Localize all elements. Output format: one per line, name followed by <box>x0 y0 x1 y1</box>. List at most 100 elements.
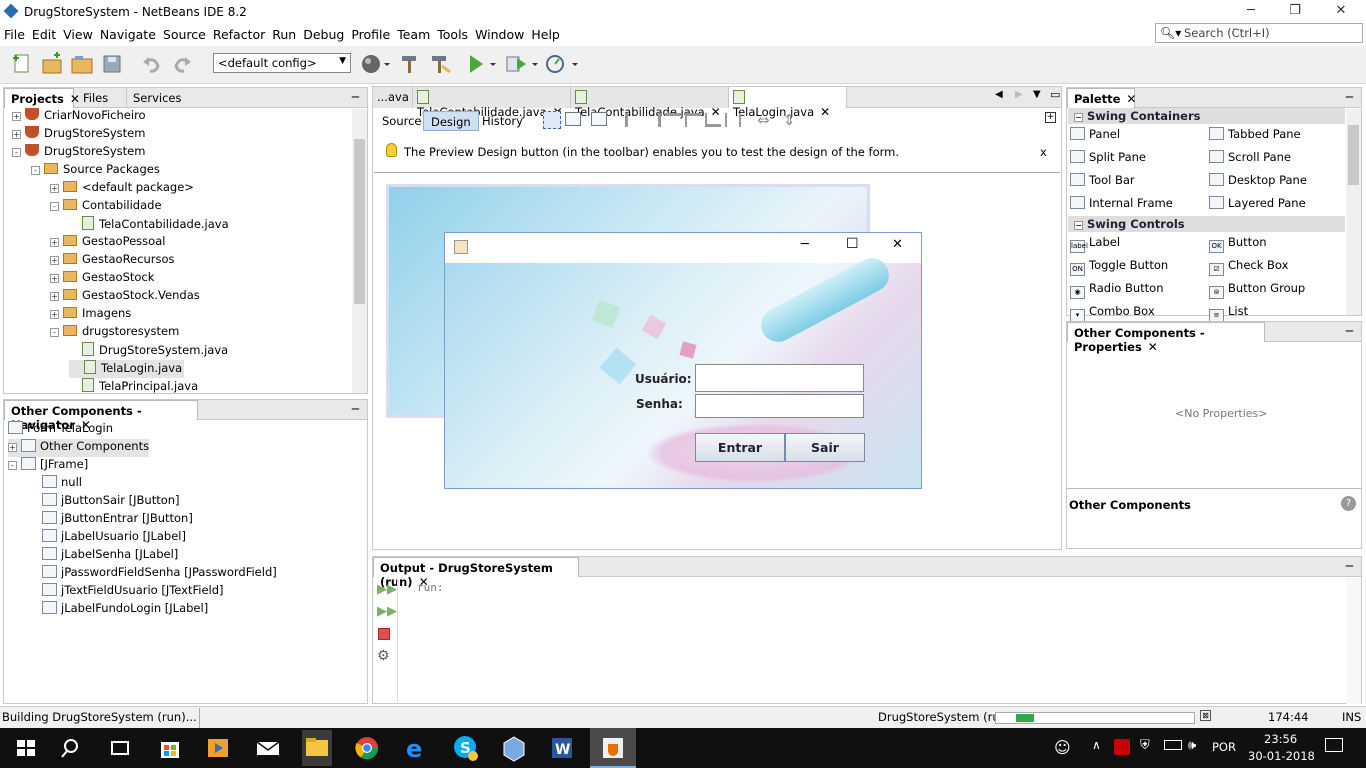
menu-edit[interactable]: Edit <box>28 24 59 42</box>
tree-item[interactable]: + GestaoRecursos <box>50 252 174 270</box>
media-player-icon[interactable] <box>204 734 232 762</box>
people-icon[interactable]: ☺ <box>1054 738 1071 757</box>
save-all-icon[interactable] <box>100 52 124 76</box>
close-icon[interactable]: ✕ <box>1148 340 1158 354</box>
tree-item[interactable]: TelaLogin.java <box>69 360 185 378</box>
navigator-item[interactable]: jLabelUsuario [JLabel] <box>42 529 186 547</box>
expand-icon[interactable]: + <box>12 130 21 139</box>
collapse-icon[interactable]: - <box>8 461 17 470</box>
collapse-icon[interactable]: - <box>12 148 21 157</box>
palette-item-radio-button[interactable]: ◉ Radio Button <box>1070 281 1164 299</box>
file-explorer-icon[interactable] <box>302 730 332 766</box>
expand-icon[interactable]: + <box>50 238 59 247</box>
skype-icon[interactable]: S <box>452 734 480 762</box>
stop-icon[interactable] <box>378 628 390 640</box>
menu-source[interactable]: Source <box>159 24 209 42</box>
navigator-item[interactable]: jButtonSair [JButton] <box>42 493 180 511</box>
rerun-icon[interactable]: ▶▶ <box>377 582 397 597</box>
palette-item-combo-box[interactable]: ▾ Combo Box <box>1070 304 1155 322</box>
expand-icon[interactable]: + <box>50 256 59 265</box>
swing-controls-category[interactable]: − Swing Controls <box>1068 216 1345 232</box>
virtualbox-icon[interactable] <box>500 734 528 762</box>
design-view-button[interactable]: Design <box>423 111 479 131</box>
tree-item[interactable]: TelaContabilidade.java <box>69 216 229 234</box>
tree-item[interactable]: TelaPrincipal.java <box>69 378 198 393</box>
editor-tab[interactable]: TelaContabilidade.java✕ <box>571 87 729 119</box>
palette-item-panel[interactable]: Panel <box>1070 127 1120 141</box>
maximize-icon[interactable]: ▭ <box>1050 88 1060 101</box>
collapse-icon[interactable]: - <box>31 166 40 175</box>
scrollbar[interactable] <box>1346 578 1361 704</box>
menu-navigate[interactable]: Navigate <box>96 24 159 42</box>
tree-item[interactable]: DrugStoreSystem.java <box>69 342 228 360</box>
expand-icon[interactable]: + <box>50 292 59 301</box>
editor-tab-telalogin[interactable]: TelaLogin.java ✕ <box>729 87 847 119</box>
align-bottom-icon[interactable] <box>705 113 721 127</box>
grid-toggle-icon[interactable]: + <box>1045 112 1056 123</box>
volume-icon[interactable]: 🕪︎ <box>1188 738 1196 753</box>
menu-team[interactable]: Team <box>393 24 433 42</box>
undo-icon[interactable] <box>140 52 164 76</box>
scrollbar[interactable] <box>352 109 367 393</box>
cancel-task-icon[interactable]: ⊠ <box>1200 710 1211 721</box>
scrollbar[interactable] <box>1346 109 1361 315</box>
collapse-icon[interactable]: - <box>50 202 59 211</box>
horizontal-resize-icon[interactable]: ⇔ <box>757 111 770 129</box>
maximize-button[interactable]: ☐ <box>846 236 859 252</box>
palette-item-tabbed-pane[interactable]: Tabbed Pane <box>1209 127 1301 141</box>
tree-item[interactable]: + CriarNovoFicheiro <box>12 108 146 126</box>
close-icon[interactable]: ✕ <box>820 105 830 119</box>
menu-view[interactable]: View <box>59 24 96 42</box>
tree-item[interactable]: - drugstoresystem <box>50 324 179 342</box>
preview-design-icon[interactable] <box>591 112 607 126</box>
source-view-button[interactable]: Source <box>375 111 429 131</box>
swing-containers-category[interactable]: − Swing Containers <box>1068 108 1345 124</box>
open-project-icon[interactable] <box>70 52 94 76</box>
palette-item-scroll-pane[interactable]: Scroll Pane <box>1209 150 1291 164</box>
tab-properties[interactable]: Other Components - Properties ✕ <box>1067 322 1265 354</box>
chrome-icon[interactable] <box>353 734 381 762</box>
tab-navigator[interactable]: Other Components - Navigator ✕ <box>4 400 198 432</box>
tree-item[interactable]: - Source Packages <box>31 162 160 180</box>
restore-button[interactable]: ❐ <box>1272 0 1318 24</box>
selection-mode-icon[interactable] <box>543 111 561 129</box>
security-icon[interactable]: ⛨ <box>1140 738 1150 753</box>
config-select[interactable]: <default config> ▼ <box>213 53 351 73</box>
battery-icon[interactable] <box>1164 740 1182 750</box>
scroll-right-icon[interactable]: ▶ <box>1015 89 1023 100</box>
java-taskbar-icon[interactable] <box>590 728 636 768</box>
build-hammer-icon[interactable] <box>398 52 422 76</box>
word-icon[interactable]: W <box>548 734 576 762</box>
notifications-icon[interactable] <box>1325 738 1343 752</box>
help-icon[interactable]: ? <box>1341 496 1356 511</box>
minimize-button[interactable]: ─ <box>801 237 809 252</box>
connection-mode-icon[interactable] <box>565 112 581 126</box>
navigator-item[interactable]: jTextFieldUsuario [JTextField] <box>42 583 224 601</box>
history-view-button[interactable]: History <box>475 111 530 131</box>
expand-icon[interactable]: + <box>50 274 59 283</box>
profile-project-icon[interactable] <box>544 52 578 76</box>
expand-icon[interactable]: + <box>50 184 59 193</box>
palette-item-layered-pane[interactable]: Layered Pane <box>1209 196 1306 210</box>
rerun-with-params-icon[interactable]: ▶▶ <box>377 604 397 619</box>
task-view-icon[interactable] <box>106 734 134 762</box>
chevron-down-icon[interactable]: ▼ <box>1033 89 1041 100</box>
navigator-item[interactable]: jPasswordFieldSenha [JPasswordField] <box>42 565 277 583</box>
tree-item[interactable]: + GestaoPessoal <box>50 234 165 252</box>
align-baseline-icon[interactable] <box>725 113 741 127</box>
navigator-item[interactable]: jLabelFundoLogin [JLabel] <box>42 601 208 619</box>
windows-start-icon[interactable] <box>12 734 40 762</box>
usuario-text-field[interactable] <box>695 364 864 392</box>
navigator-item[interactable]: jLabelSenha [JLabel] <box>42 547 178 565</box>
palette-item-label[interactable]: labelLabel <box>1070 235 1120 253</box>
close-icon[interactable]: ✕ <box>1126 92 1136 106</box>
globe-icon[interactable] <box>360 52 390 76</box>
minimize-panel-icon[interactable]: ─ <box>352 402 359 416</box>
mail-icon[interactable] <box>254 734 282 762</box>
edge-icon[interactable]: e <box>402 734 430 763</box>
hint-close-button[interactable]: x <box>1040 145 1047 159</box>
tab-palette[interactable]: Palette ✕ <box>1067 88 1136 108</box>
menu-window[interactable]: Window <box>471 24 527 42</box>
new-project-icon[interactable] <box>40 52 64 76</box>
settings-icon[interactable]: ⚙ <box>377 648 390 664</box>
